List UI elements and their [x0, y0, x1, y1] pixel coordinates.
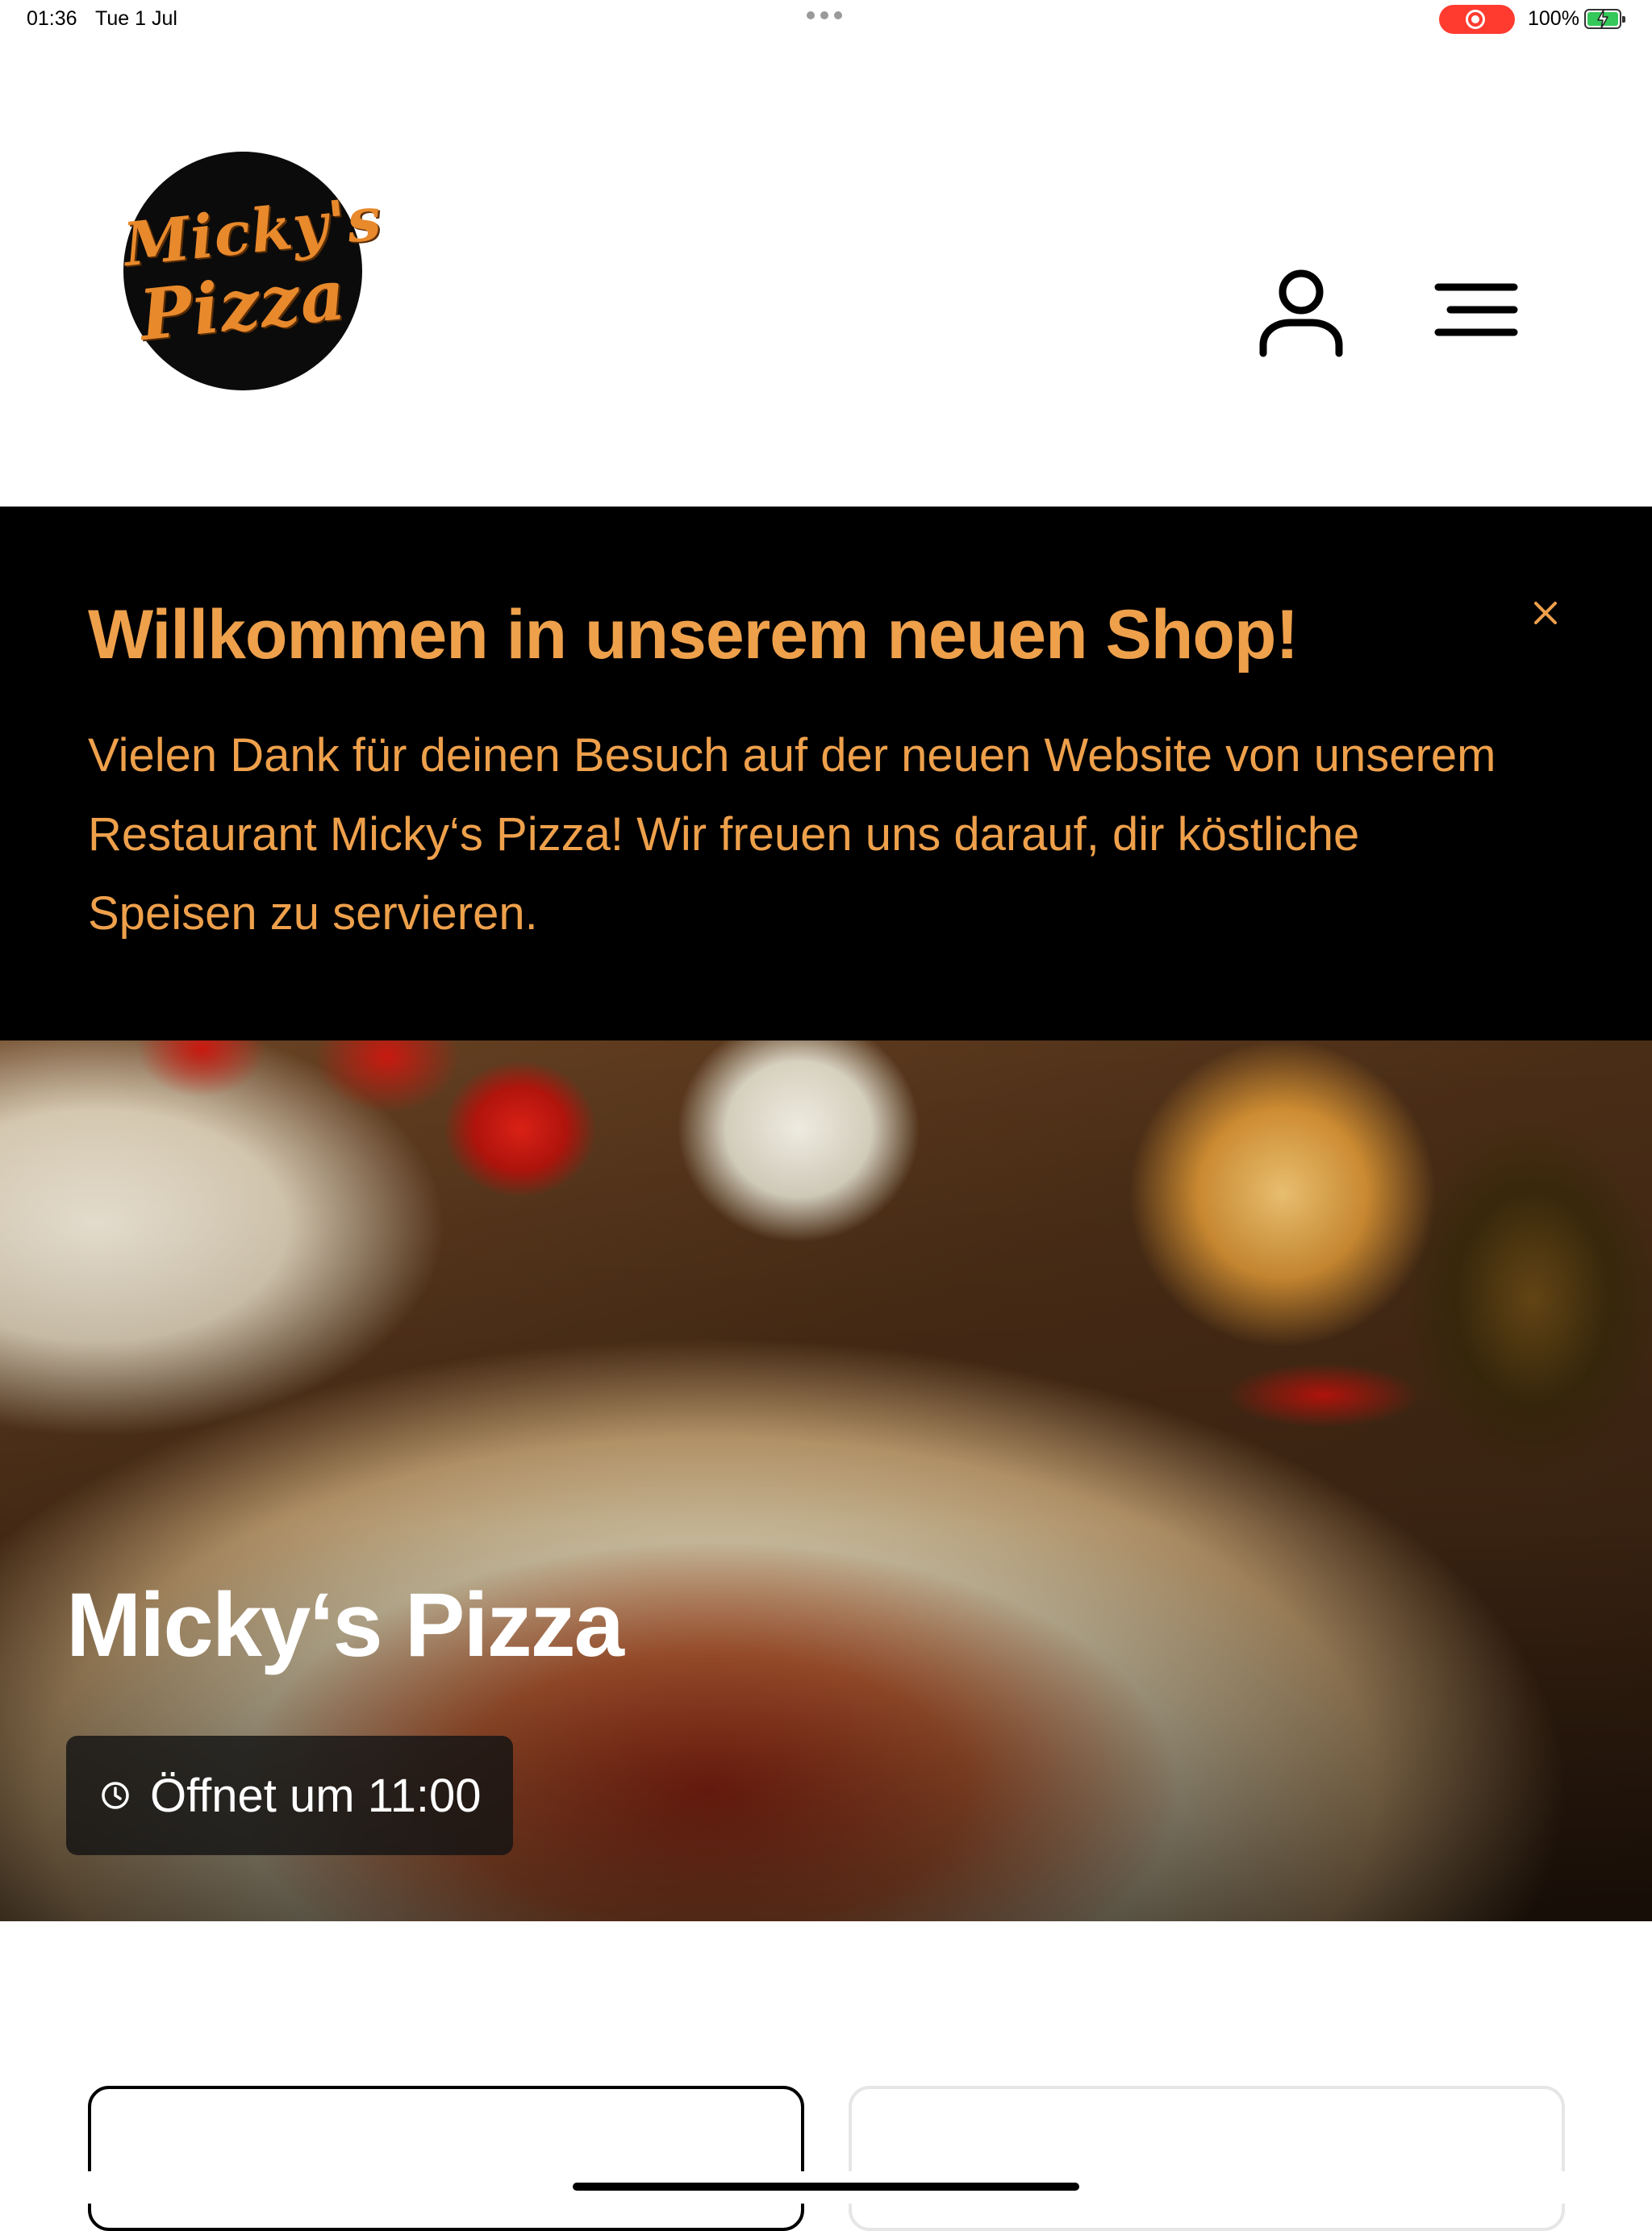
user-icon[interactable]	[1258, 265, 1344, 358]
logo[interactable]: Micky's Pizza	[120, 152, 385, 390]
opening-hours-badge[interactable]: Öffnet um 11:00	[66, 1736, 513, 1855]
multitasking-dots-icon[interactable]	[807, 11, 842, 19]
site-header: Micky's Pizza	[0, 39, 1652, 507]
close-icon[interactable]	[1529, 597, 1562, 629]
banner-text: Vielen Dank für deinen Besuch auf der ne…	[88, 729, 1496, 940]
status-date: Tue 1 Jul	[95, 7, 177, 30]
status-time: 01:36	[27, 7, 77, 30]
hero-section: Micky‘s Pizza Öffnet um 11:00	[0, 1040, 1652, 1921]
battery-icon	[1584, 9, 1625, 29]
option-card[interactable]	[849, 2086, 1565, 2231]
banner-title: Willkommen in unserem neuen Shop!	[88, 596, 1299, 673]
clock-icon	[102, 1782, 129, 1809]
restaurant-name: Micky‘s Pizza	[66, 1574, 624, 1675]
screen-recording-icon[interactable]	[1439, 5, 1515, 34]
hamburger-menu-icon[interactable]	[1434, 281, 1518, 339]
option-card-selected[interactable]	[88, 2086, 804, 2231]
status-bar: 01:36 Tue 1 Jul 100%	[0, 0, 1652, 39]
opening-hours-label: Öffnet um 11:00	[150, 1769, 482, 1822]
battery-percentage: 100%	[1528, 7, 1579, 30]
home-indicator[interactable]	[573, 2183, 1079, 2191]
welcome-banner: Willkommen in unserem neuen Shop! Vielen…	[0, 507, 1652, 1040]
